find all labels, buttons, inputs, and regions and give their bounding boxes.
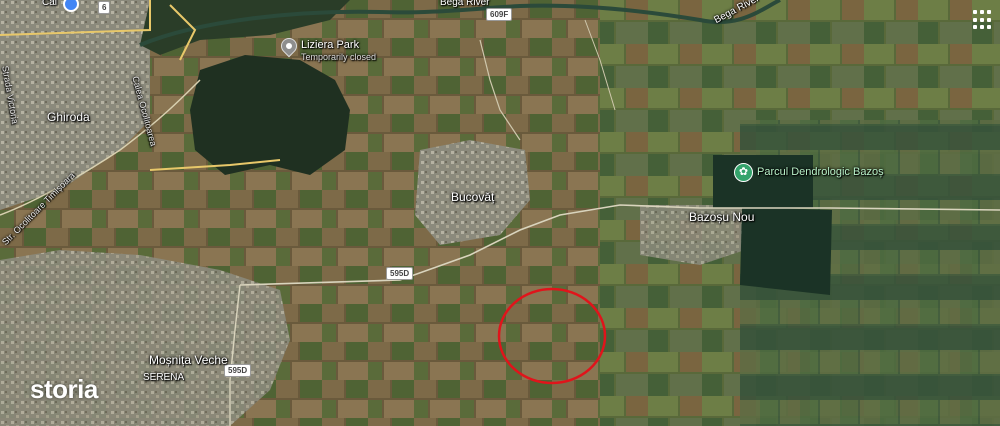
place-ghiroda[interactable]: Ghiroda (47, 110, 90, 124)
road-595d-badge-2: 595D (224, 364, 252, 377)
tree-icon[interactable]: ✿ (734, 163, 753, 182)
place-mosnita-veche[interactable]: Moșnița Veche (149, 353, 228, 367)
liziera-park-status: Temporarily closed (301, 52, 377, 62)
place-bazosu-nou[interactable]: Bazoșu Nou (689, 210, 754, 224)
road-595d-badge: 595D (386, 267, 414, 280)
storia-logo: storia (30, 374, 98, 404)
top-left-label: Cal (42, 0, 58, 8)
dendro-park-title[interactable]: Parcul Dendrologic Bazoș (757, 166, 884, 178)
road-609f-badge: 609F (486, 8, 513, 21)
place-bucovat[interactable]: Bucovăț (451, 190, 494, 204)
apps-grid-icon[interactable] (971, 8, 995, 32)
bega-river-label-1: Bega River (440, 0, 490, 8)
place-serena: SERENA (143, 372, 185, 383)
liziera-park-title[interactable]: Liziera Park (301, 39, 359, 51)
road-6-badge: 6 (98, 1, 111, 14)
